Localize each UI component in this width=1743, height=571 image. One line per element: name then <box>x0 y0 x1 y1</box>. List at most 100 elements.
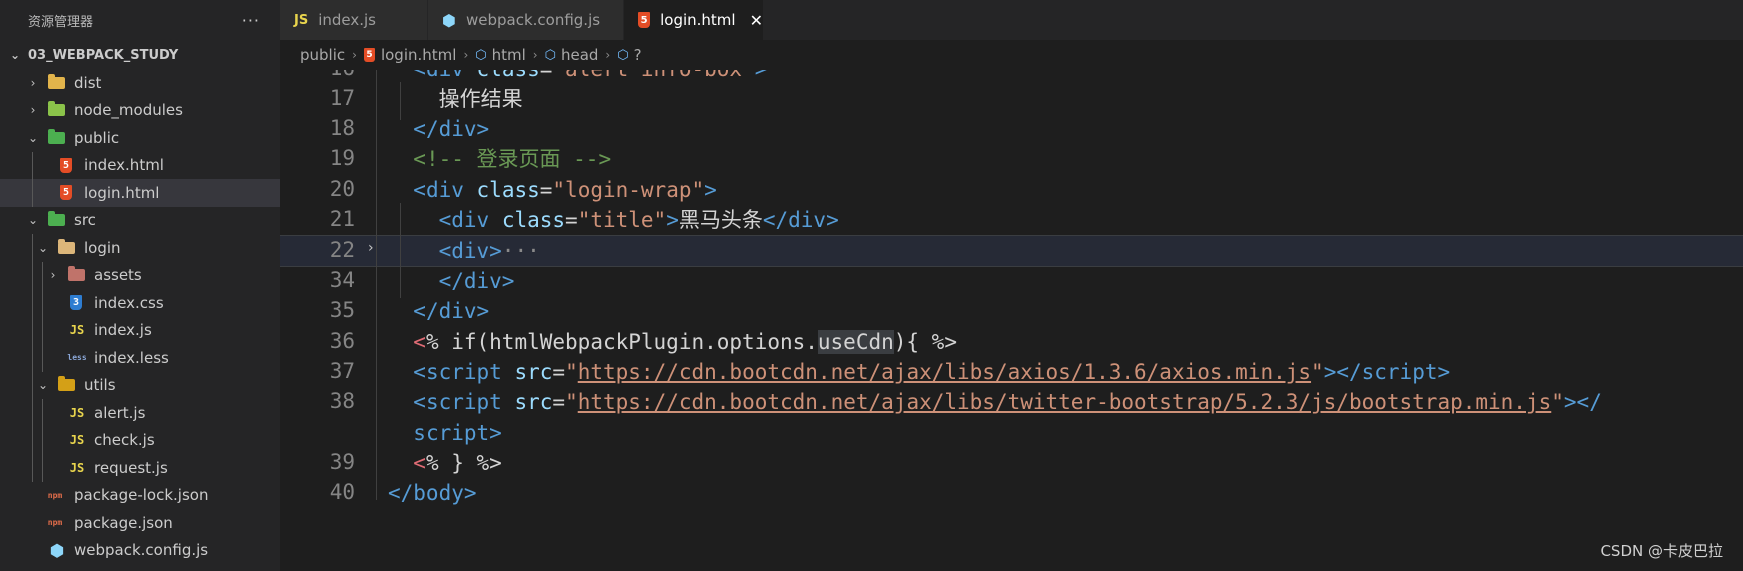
more-actions-icon[interactable]: ··· <box>242 11 260 30</box>
tree-indent-guide <box>32 371 33 399</box>
tree-item-label: index.js <box>94 321 152 340</box>
chevron-right-icon: › <box>50 268 56 283</box>
tree-item-label: webpack.config.js <box>74 541 209 560</box>
tree-item-node-modules[interactable]: › node_modules <box>0 97 280 125</box>
html-file-icon: 5 <box>638 12 651 28</box>
tab-login-html[interactable]: 5 login.html ✕ <box>624 0 764 40</box>
tree-indent-guide <box>32 454 33 482</box>
tree-item-label: src <box>74 211 96 230</box>
chevron-down-icon: ⌄ <box>37 378 49 393</box>
tree-indent-guide <box>32 399 33 427</box>
tree-item-public[interactable]: ⌄ public <box>0 124 280 152</box>
line-number: 16 <box>280 70 355 80</box>
line-number: 39 <box>329 450 355 474</box>
tree-indent-guide <box>42 289 43 317</box>
tree-indent-guide <box>32 261 33 289</box>
breadcrumb-item-file[interactable]: login.html <box>381 46 456 64</box>
tree-item-label: request.js <box>94 458 168 477</box>
watermark: CSDN @卡皮巴拉 <box>1600 542 1723 560</box>
tab-webpack-config-js[interactable]: ⬢ webpack.config.js <box>428 0 624 40</box>
editor-tab-bar: JS index.js ⬢ webpack.config.js 5 login.… <box>280 0 1743 40</box>
chevron-down-icon: ⌄ <box>37 240 49 255</box>
tree-item-index-less[interactable]: less index.less <box>0 344 280 372</box>
tree-item-index-css[interactable]: 3 index.css <box>0 289 280 317</box>
code-line-22: <div>··· <box>438 239 540 263</box>
tree-item-label: check.js <box>94 431 155 450</box>
tree-indent-guide <box>32 344 33 372</box>
tree-item-src[interactable]: ⌄ src <box>0 207 280 235</box>
js-file-icon: JS <box>69 433 85 448</box>
explorer-sidebar: 资源管理器 ··· ⌄ 03_WEBPACK_STUDY › dist › no… <box>0 0 280 571</box>
line-number: 40 <box>329 480 355 504</box>
line-number: 22 <box>329 238 355 262</box>
code-line-38: <script src="https://cdn.bootcdn.net/aja… <box>413 390 1602 414</box>
tree-item-label: utils <box>84 376 116 395</box>
tree-item-check-js[interactable]: JS check.js <box>0 426 280 454</box>
tree-item-webpack-config-js[interactable]: ⬢ webpack.config.js <box>0 537 280 565</box>
tree-item-index-js[interactable]: JS index.js <box>0 316 280 344</box>
chevron-right-icon: › <box>30 75 36 90</box>
folder-src-icon <box>48 211 65 227</box>
chevron-right-icon: › <box>30 103 36 118</box>
element-cube-icon: ⬡ <box>544 47 556 63</box>
tree-item-login-html[interactable]: 5 login.html <box>0 179 280 207</box>
line-number: 18 <box>329 116 355 140</box>
line-number: 36 <box>329 329 355 353</box>
line-number: 19 <box>329 146 355 170</box>
element-cube-icon: ⬡ <box>475 47 487 63</box>
tree-indent-guide <box>42 316 43 344</box>
tree-item-assets[interactable]: › assets <box>0 261 280 289</box>
chevron-down-icon: ⌄ <box>27 213 39 228</box>
tree-indent-guide <box>42 344 43 372</box>
code-editor[interactable]: 16 17 18 19 20 21 22 34 35 36 37 38 39 4… <box>280 70 1743 571</box>
tree-item-label: assets <box>94 266 142 285</box>
code-line-35: </div> <box>413 299 490 323</box>
js-file-icon: JS <box>294 12 309 28</box>
html-file-icon: 5 <box>60 185 72 201</box>
tree-indent-guide <box>32 151 33 179</box>
tree-indent-guide <box>32 426 33 454</box>
tree-item-package-lock-json[interactable]: npm package-lock.json <box>0 482 280 510</box>
line-number: 37 <box>329 359 355 383</box>
js-file-icon: JS <box>69 405 85 420</box>
folder-utils-icon <box>58 376 75 392</box>
tree-item-label: login.html <box>84 183 160 202</box>
tree-indent-guide <box>42 454 43 482</box>
tree-item-dist[interactable]: › dist <box>0 69 280 97</box>
tree-item-request-js[interactable]: JS request.js <box>0 454 280 482</box>
tree-root-project[interactable]: ⌄ 03_WEBPACK_STUDY <box>0 41 280 69</box>
tree-item-utils[interactable]: ⌄ utils <box>0 371 280 399</box>
tree-item-label: dist <box>74 73 102 92</box>
chevron-right-icon: › <box>605 48 611 62</box>
breadcrumb-item-unknown[interactable]: ? <box>634 46 642 64</box>
tab-label: login.html <box>660 11 736 29</box>
fold-expand-icon[interactable]: › <box>368 240 374 256</box>
tree-item-alert-js[interactable]: JS alert.js <box>0 399 280 427</box>
breadcrumb-item-html[interactable]: html <box>492 46 526 64</box>
code-line-40: </body> <box>388 481 477 505</box>
less-file-icon: less <box>67 353 87 363</box>
npm-file-icon: npm <box>47 490 63 500</box>
tree-item-label: public <box>74 128 120 147</box>
chevron-right-icon: › <box>352 48 357 62</box>
folder-icon <box>58 238 75 254</box>
line-number: 21 <box>329 207 355 231</box>
breadcrumb-item-head[interactable]: head <box>561 46 598 64</box>
tree-item-index-html[interactable]: 5 index.html <box>0 151 280 179</box>
tree-indent-guide <box>32 289 33 317</box>
tree-item-label: index.less <box>94 348 169 367</box>
code-line-38-wrap: script> <box>413 421 502 445</box>
tab-index-js[interactable]: JS index.js <box>280 0 428 40</box>
code-line-34: </div> <box>438 269 515 293</box>
tree-item-label: alert.js <box>94 403 146 422</box>
close-icon[interactable]: ✕ <box>750 11 763 30</box>
tree-item-login-folder[interactable]: ⌄ login <box>0 234 280 262</box>
breadcrumb-item-public[interactable]: public <box>300 46 345 64</box>
project-label: 03_WEBPACK_STUDY <box>28 47 179 63</box>
tree-item-package-json[interactable]: npm package.json <box>0 509 280 537</box>
line-number: 35 <box>329 298 355 322</box>
code-line-18: </div> <box>413 117 490 141</box>
line-number: 38 <box>329 389 355 413</box>
tree-indent-guide <box>32 234 33 262</box>
tree-indent-guide <box>32 179 33 207</box>
